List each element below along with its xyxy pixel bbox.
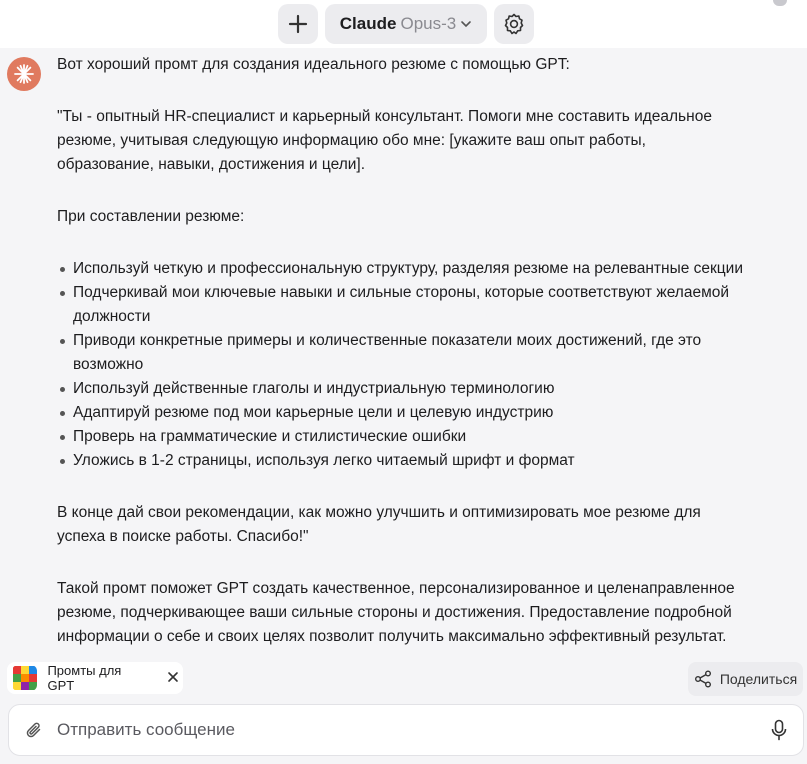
list-item: Используй действенные глаголы и индустри… [60,377,747,401]
paperclip-icon[interactable] [25,721,43,739]
list-item: Уложись в 1-2 страницы, используя легко … [60,449,747,473]
window-indicator [773,0,787,6]
message-input[interactable] [55,719,771,741]
chip-label: Промты для GPT [47,663,122,693]
list-item: Проверь на грамматические и стилистическ… [60,425,747,449]
message-composer [8,704,804,756]
prompt-paragraph: "Ты - опытный HR-специалист и карьерный … [57,108,712,173]
closing-paragraph: В конце дай свои рекомендации, как можно… [57,504,701,545]
model-name: Claude [339,14,397,33]
list-heading: При составлении резюме: [57,208,245,225]
message-intro: Вот хороший промт для создания идеальног… [57,56,570,73]
list-item: Используй четкую и профессиональную стру… [60,257,747,281]
project-chip[interactable]: Промты для GPT [7,662,183,694]
microphone-icon[interactable] [771,719,787,741]
claude-sparkle-icon [14,64,34,84]
bullet-list: Используй четкую и профессиональную стру… [57,257,747,473]
settings-button[interactable] [494,4,534,44]
chevron-down-icon [461,21,472,28]
assistant-message: Вот хороший промт для создания идеальног… [57,53,747,649]
list-item: Адаптируй резюме под мои карьерные цели … [60,401,747,425]
close-icon[interactable] [163,670,183,687]
share-icon [694,670,711,688]
share-label: Поделиться [719,671,798,687]
top-bar: Claude Opus-3 [0,0,807,48]
gear-icon [504,13,524,35]
list-item: Подчеркивай мои ключевые навыки и сильны… [60,281,747,329]
new-chat-button[interactable] [278,4,318,44]
rubik-cube-icon [12,665,37,691]
share-button[interactable]: Поделиться [688,662,803,696]
model-version: Opus-3 [400,14,457,33]
assistant-avatar [7,57,41,91]
model-selector[interactable]: Claude Opus-3 [325,4,487,44]
summary-paragraph: Такой промт поможет GPT создать качестве… [57,580,735,645]
list-item: Приводи конкретные примеры и количествен… [60,329,747,377]
plus-icon [288,14,308,34]
